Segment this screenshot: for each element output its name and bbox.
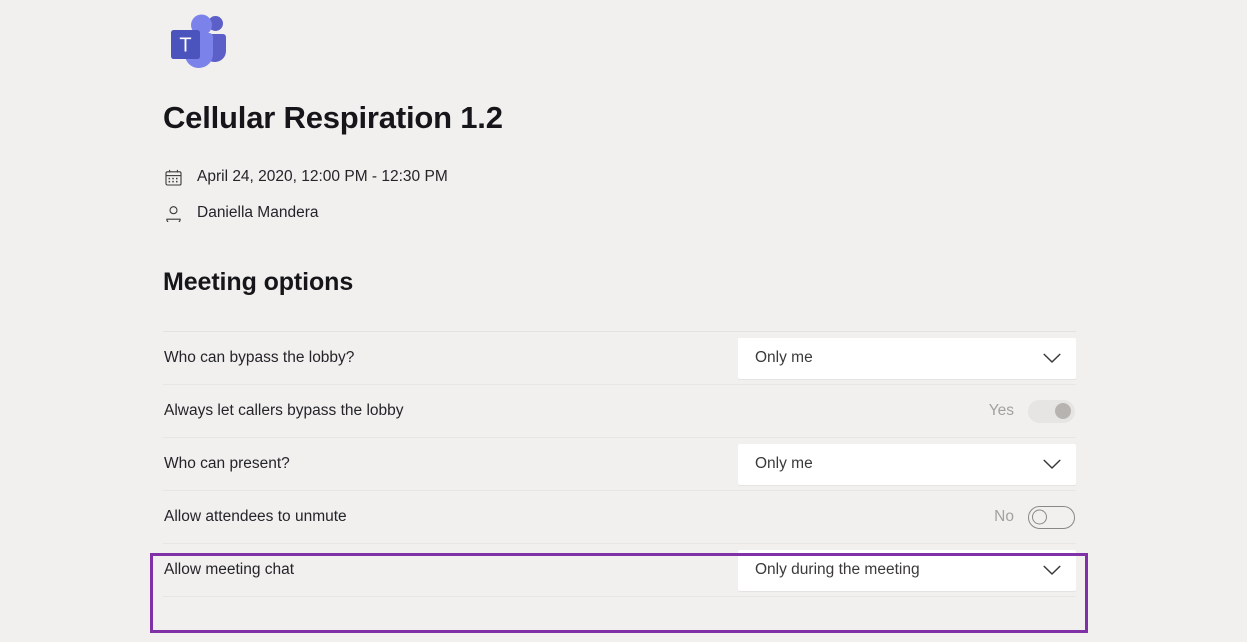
person-icon — [163, 203, 183, 223]
options-list: Who can bypass the lobby? Only me Always… — [163, 332, 1076, 597]
meeting-datetime-row: April 24, 2020, 12:00 PM - 12:30 PM — [163, 166, 448, 188]
who-can-present-dropdown[interactable]: Only me — [738, 443, 1076, 485]
allow-attendees-to-unmute-toggle-wrap: No — [994, 505, 1076, 529]
meeting-options-page: T Cellular Respiration 1.2 April 24, 202… — [163, 0, 1077, 642]
option-label: Always let callers bypass the lobby — [164, 402, 404, 419]
dropdown-value: Only me — [755, 349, 813, 366]
dropdown-value: Only during the meeting — [755, 561, 920, 578]
chevron-down-icon — [1043, 459, 1061, 469]
option-row-who-can-bypass-lobby: Who can bypass the lobby? Only me — [163, 332, 1076, 385]
option-row-always-let-callers-bypass-lobby: Always let callers bypass the lobby Yes — [163, 385, 1076, 438]
meeting-datetime: April 24, 2020, 12:00 PM - 12:30 PM — [197, 168, 448, 185]
toggle-state-label: Yes — [988, 402, 1014, 419]
option-row-allow-meeting-chat: Allow meeting chat Only during the meeti… — [163, 544, 1076, 597]
who-can-bypass-lobby-dropdown[interactable]: Only me — [738, 337, 1076, 379]
svg-text:T: T — [179, 35, 191, 57]
allow-meeting-chat-dropdown[interactable]: Only during the meeting — [738, 549, 1076, 591]
option-row-who-can-present: Who can present? Only me — [163, 438, 1076, 491]
toggle-state-label: No — [994, 508, 1014, 525]
always-let-callers-bypass-lobby-toggle[interactable] — [1028, 399, 1075, 423]
option-label: Allow meeting chat — [164, 561, 295, 578]
dropdown-value: Only me — [755, 455, 813, 472]
toggle-knob — [1055, 403, 1071, 419]
meeting-title: Cellular Respiration 1.2 — [163, 100, 503, 135]
meeting-organizer: Daniella Mandera — [197, 204, 319, 221]
section-heading: Meeting options — [163, 268, 354, 296]
chevron-down-icon — [1043, 353, 1061, 363]
microsoft-teams-logo: T — [165, 12, 235, 74]
option-row-allow-attendees-to-unmute: Allow attendees to unmute No — [163, 491, 1076, 544]
option-label: Allow attendees to unmute — [164, 508, 347, 525]
option-label: Who can bypass the lobby? — [164, 349, 355, 366]
chevron-down-icon — [1043, 565, 1061, 575]
always-let-callers-bypass-lobby-toggle-wrap: Yes — [988, 399, 1076, 423]
calendar-icon — [163, 167, 183, 187]
allow-attendees-to-unmute-toggle[interactable] — [1028, 505, 1075, 529]
meeting-organizer-row: Daniella Mandera — [163, 202, 319, 224]
option-label: Who can present? — [164, 455, 290, 472]
toggle-knob — [1032, 509, 1047, 525]
